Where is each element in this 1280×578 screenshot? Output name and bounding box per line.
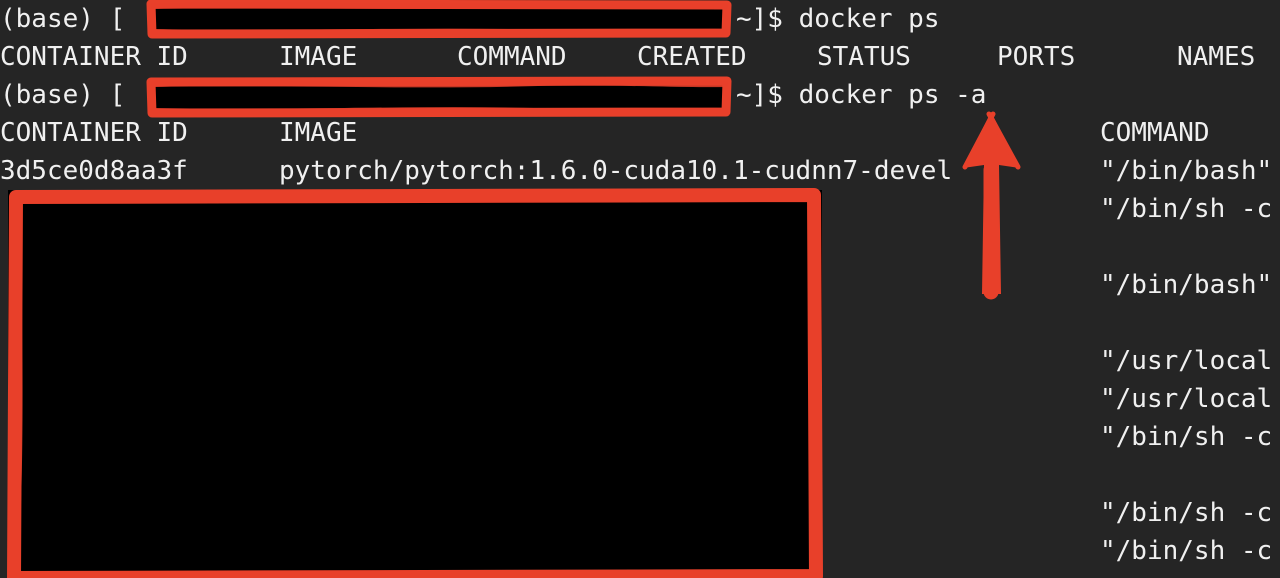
command-column-row: "/bin/bash" xyxy=(1100,156,1273,186)
prompt-prefix-1: (base) [ xyxy=(0,4,126,34)
header-ports: PORTS xyxy=(997,42,1076,72)
command-column-row: "/bin/sh -c xyxy=(1100,498,1273,528)
cell-image: pytorch/pytorch:1.6.0-cuda10.1-cudnn7-de… xyxy=(279,156,953,186)
annotation-arrow-up-icon xyxy=(955,110,1027,300)
command-column-row xyxy=(1100,228,1280,266)
terminal-line-headers-1: CONTAINER ID IMAGE COMMAND CREATED STATU… xyxy=(0,38,1280,76)
command-column-row: "/bin/bash" xyxy=(1100,270,1273,300)
cell-container-id: 3d5ce0d8aa3f xyxy=(0,156,188,186)
redaction-bar-hostname-2 xyxy=(146,76,732,118)
header-created: CREATED xyxy=(637,42,747,72)
header-image: IMAGE xyxy=(279,42,358,72)
header2-container-id: CONTAINER ID xyxy=(0,118,188,148)
command-column-row xyxy=(1100,456,1280,494)
header-command: COMMAND xyxy=(457,42,567,72)
command-column-row: "/bin/sh -c xyxy=(1100,536,1273,566)
redaction-bar-hostname-1 xyxy=(146,0,732,39)
redaction-box-output xyxy=(7,188,823,578)
header-names: NAMES xyxy=(1177,42,1256,72)
command-column-row: "/bin/sh -c xyxy=(1100,194,1273,224)
command-column-row xyxy=(1100,304,1280,342)
terminal-window: (base) [ ~]$ docker ps CONTAINER ID IMAG… xyxy=(0,0,1280,578)
terminal-line-container-row: 3d5ce0d8aa3f pytorch/pytorch:1.6.0-cuda1… xyxy=(0,152,1280,190)
header2-image: IMAGE xyxy=(279,118,358,148)
command-column-row: "/usr/local xyxy=(1100,346,1273,376)
command-column-header: COMMAND xyxy=(1100,118,1210,148)
prompt-command-2: ~]$ docker ps -a xyxy=(736,80,987,110)
header-status: STATUS xyxy=(817,42,911,72)
header-container-id: CONTAINER ID xyxy=(0,42,188,72)
terminal-line-headers-2: CONTAINER ID IMAGE xyxy=(0,114,1280,152)
command-column-row: "/bin/sh -c xyxy=(1100,422,1273,452)
prompt-prefix-2: (base) [ xyxy=(0,80,126,110)
command-column-row: "/usr/local xyxy=(1100,384,1273,414)
prompt-command-1: ~]$ docker ps xyxy=(736,4,940,34)
